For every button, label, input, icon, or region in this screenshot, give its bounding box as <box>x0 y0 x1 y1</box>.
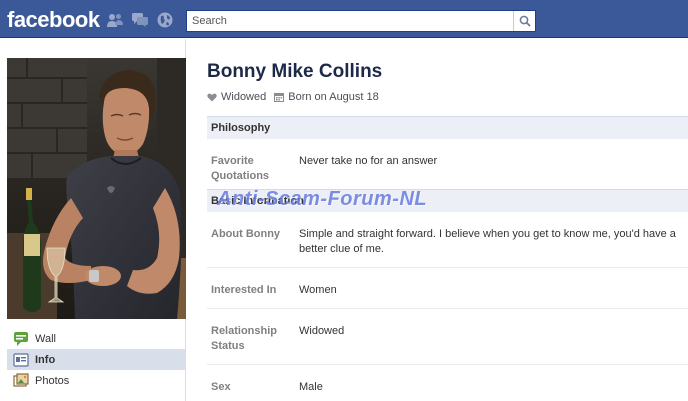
nav-item-label: Info <box>35 353 56 366</box>
row-label: Interested In <box>211 284 277 296</box>
row-label: Sex <box>211 381 231 393</box>
row-divider <box>207 308 688 309</box>
messages-icon[interactable] <box>130 11 150 29</box>
photos-icon <box>13 372 29 389</box>
search-icon <box>519 15 531 27</box>
calendar-icon <box>274 93 285 102</box>
search-input[interactable] <box>187 11 513 31</box>
main-content: Bonny Mike Collins Widowed Born on Augus… <box>187 39 688 401</box>
top-bar: facebook <box>0 0 688 38</box>
facebook-logo[interactable]: facebook <box>7 7 100 33</box>
birthday-text: Born on August 18 <box>288 91 379 103</box>
search-box <box>186 10 536 32</box>
nav-item-photos[interactable]: Photos <box>7 370 186 391</box>
heart-icon <box>207 93 217 101</box>
profile-meta: Widowed Born on August 18 <box>207 91 387 103</box>
nav-item-info[interactable]: Info <box>7 349 186 370</box>
nav-item-wall[interactable]: Wall <box>7 328 186 349</box>
notification-jewels <box>105 11 175 29</box>
row-value: Male <box>299 381 323 393</box>
profile-picture[interactable] <box>7 58 186 319</box>
row-value: Never take no for an answer <box>299 155 438 167</box>
friend-requests-icon[interactable] <box>105 11 125 29</box>
section-header-basic-information: Basic Information <box>207 189 688 212</box>
left-column: Wall Info Photos <box>0 39 186 401</box>
info-icon <box>13 352 29 368</box>
row-label: Relationship Status <box>211 325 278 352</box>
section-header-philosophy: Philosophy <box>207 116 688 139</box>
profile-name[interactable]: Bonny Mike Collins <box>207 61 382 83</box>
profile-nav: Wall Info Photos <box>7 328 186 391</box>
row-label: Favorite Quotations <box>211 155 270 182</box>
row-divider <box>207 267 688 268</box>
birthday-meta: Born on August 18 <box>274 91 379 103</box>
nav-item-label: Photos <box>35 374 70 387</box>
relationship-meta: Widowed <box>207 91 266 103</box>
row-label: About Bonny <box>211 228 281 240</box>
nav-item-label: Wall <box>35 332 56 345</box>
search-button[interactable] <box>513 11 535 31</box>
notifications-globe-icon[interactable] <box>155 11 175 29</box>
row-divider <box>207 364 688 365</box>
relationship-text: Widowed <box>221 91 267 103</box>
wall-icon <box>13 331 29 347</box>
row-value: Widowed <box>299 325 345 337</box>
row-value[interactable]: Women <box>299 283 688 298</box>
row-value: Simple and straight forward. I believe w… <box>299 228 676 255</box>
